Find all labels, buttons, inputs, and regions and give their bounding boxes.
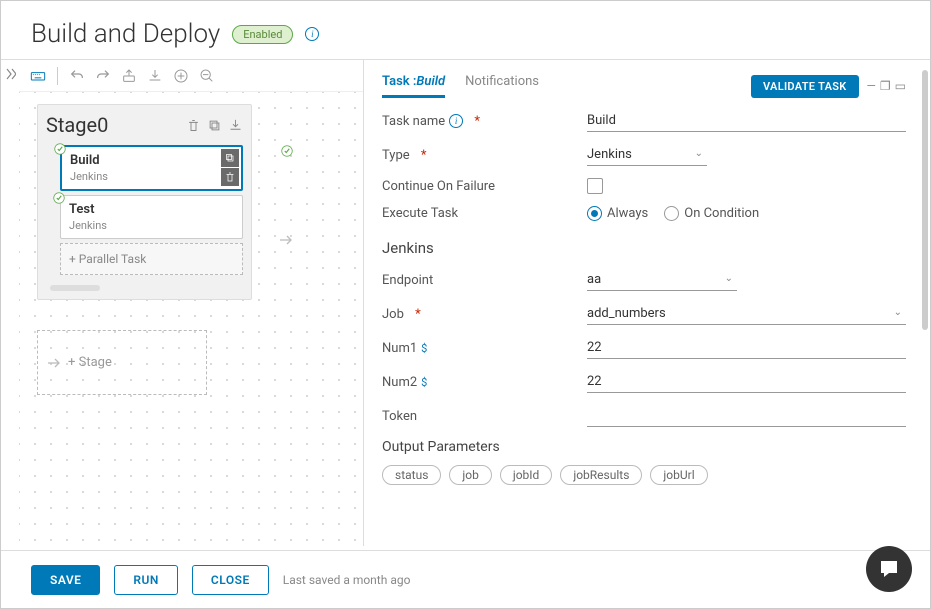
import-icon[interactable] <box>146 67 164 85</box>
status-badge: Enabled <box>232 25 293 44</box>
close-button[interactable]: CLOSE <box>192 565 269 595</box>
num2-label: Num2 <box>382 375 417 390</box>
footer: SAVE RUN CLOSE Last saved a month ago <box>1 550 930 608</box>
type-label: Type <box>382 148 410 163</box>
stage-scrollbar[interactable] <box>50 285 100 291</box>
stage-name: Stage0 <box>46 113 108 137</box>
num2-input[interactable] <box>587 371 906 393</box>
task-type: Jenkins <box>70 170 233 183</box>
task-name-label: Task name <box>382 114 445 129</box>
page-title: Build and Deploy <box>31 19 220 49</box>
delete-task-icon[interactable] <box>221 168 239 186</box>
stage-card[interactable]: Stage0 Build Jenkins <box>37 104 252 300</box>
endpoint-label: Endpoint <box>382 273 433 288</box>
restore-icon[interactable]: ❐ <box>880 79 891 93</box>
check-icon <box>281 145 293 157</box>
zoom-out-icon[interactable] <box>198 67 216 85</box>
minimize-icon[interactable]: — <box>867 79 876 93</box>
save-button[interactable]: SAVE <box>31 565 100 595</box>
undo-icon[interactable] <box>68 67 86 85</box>
task-type: Jenkins <box>69 219 234 232</box>
copy-stage-icon[interactable] <box>207 118 222 133</box>
panel-scrollbar[interactable] <box>922 70 928 330</box>
export-icon[interactable] <box>120 67 138 85</box>
num1-label: Num1 <box>382 341 417 356</box>
add-stage-label: + Stage <box>68 355 112 370</box>
canvas-area: Stage0 Build Jenkins <box>19 60 364 546</box>
task-name: Build <box>70 153 233 168</box>
endpoint-select[interactable] <box>587 269 737 291</box>
continue-checkbox[interactable] <box>587 178 603 194</box>
job-select[interactable] <box>587 303 906 325</box>
output-pill[interactable]: status <box>382 465 441 485</box>
output-pill[interactable]: job <box>449 465 491 485</box>
radio-always[interactable]: Always <box>587 206 648 221</box>
output-pill[interactable]: jobResults <box>560 465 642 485</box>
task-card-build[interactable]: Build Jenkins <box>60 145 243 191</box>
page-header: Build and Deploy Enabled i <box>1 1 930 59</box>
task-card-test[interactable]: Test Jenkins <box>60 195 243 239</box>
tab-notifications[interactable]: Notifications <box>465 74 539 98</box>
delete-stage-icon[interactable] <box>186 118 201 133</box>
last-saved-text: Last saved a month ago <box>283 573 411 587</box>
radio-on-condition[interactable]: On Condition <box>664 206 759 221</box>
token-label: Token <box>382 409 417 424</box>
continue-label: Continue On Failure <box>382 179 495 194</box>
output-pill[interactable]: jobId <box>500 465 552 485</box>
num1-input[interactable] <box>587 337 906 359</box>
output-params-title: Output Parameters <box>382 439 906 455</box>
type-select[interactable] <box>587 144 707 166</box>
maximize-icon[interactable]: ▭ <box>895 79 906 93</box>
info-icon[interactable]: i <box>449 114 463 128</box>
task-name: Test <box>69 202 234 217</box>
token-input[interactable] <box>587 405 906 427</box>
download-stage-icon[interactable] <box>228 118 243 133</box>
canvas-toolbar <box>19 60 363 92</box>
add-stage[interactable]: + Stage <box>37 330 207 395</box>
stage-connector <box>275 145 299 245</box>
tab-task[interactable]: Task :Build <box>382 74 445 98</box>
keyboard-icon[interactable] <box>29 67 47 85</box>
arrow-right-icon <box>48 358 62 368</box>
chat-widget[interactable] <box>866 546 912 592</box>
properties-panel: Task :Build Notifications VALIDATE TASK … <box>364 60 930 546</box>
task-name-input[interactable] <box>587 110 906 132</box>
validate-task-button[interactable]: VALIDATE TASK <box>751 75 859 98</box>
add-icon[interactable] <box>172 67 190 85</box>
collapse-sidebar-button[interactable] <box>1 60 19 546</box>
check-icon <box>53 192 65 204</box>
run-button[interactable]: RUN <box>114 565 178 595</box>
info-icon[interactable]: i <box>305 27 319 41</box>
execute-label: Execute Task <box>382 206 458 221</box>
copy-task-icon[interactable] <box>221 149 239 167</box>
add-parallel-task[interactable]: + Parallel Task <box>60 243 243 275</box>
arrow-right-icon <box>280 235 294 245</box>
check-icon <box>54 143 66 155</box>
job-label: Job <box>382 307 404 322</box>
jenkins-section-title: Jenkins <box>382 239 906 257</box>
pipeline-canvas[interactable]: Stage0 Build Jenkins <box>19 92 363 546</box>
output-pill[interactable]: jobUrl <box>650 465 707 485</box>
redo-icon[interactable] <box>94 67 112 85</box>
